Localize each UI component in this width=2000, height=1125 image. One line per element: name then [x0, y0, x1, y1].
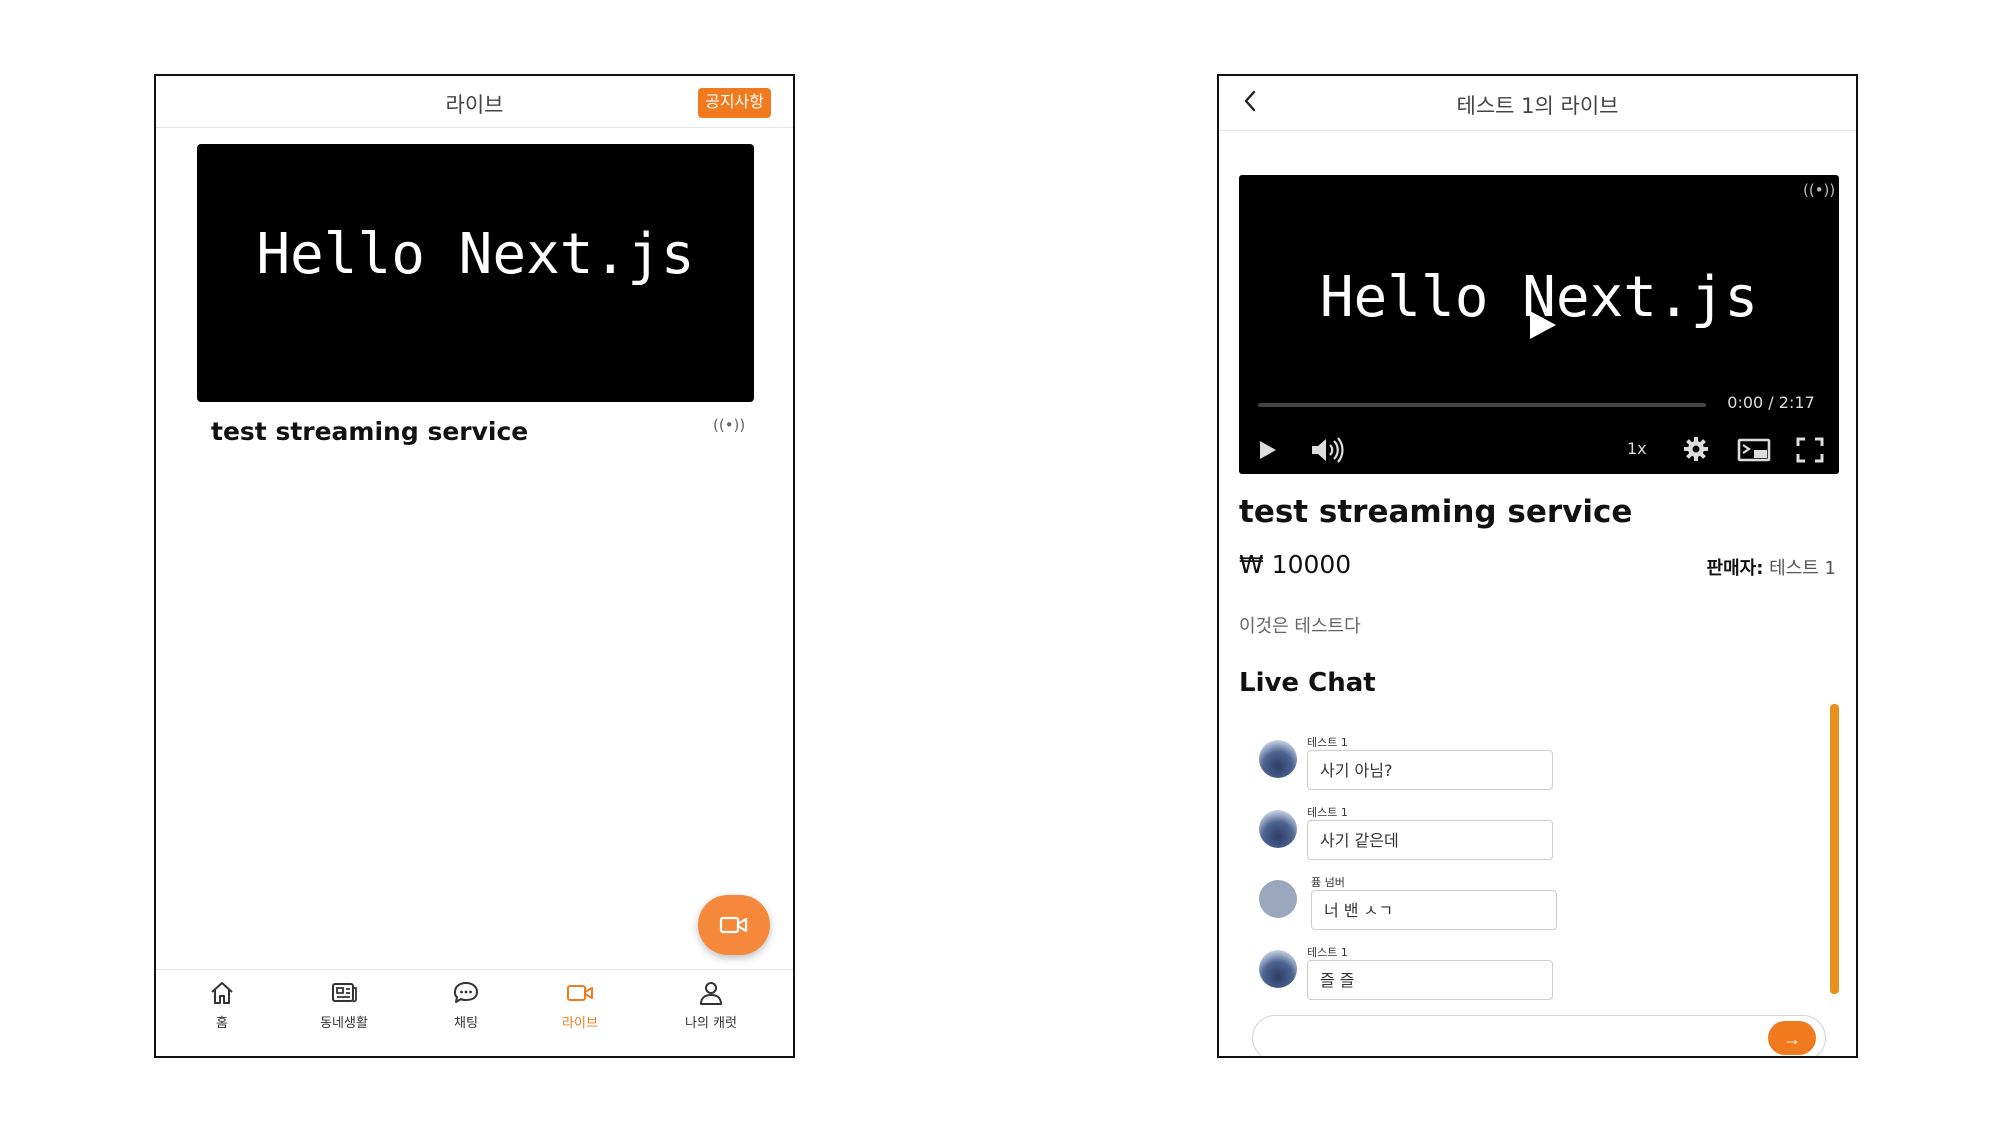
send-button[interactable]: → [1768, 1021, 1816, 1055]
video-camera-icon [719, 916, 748, 934]
message-sender: 테스트 1 [1307, 946, 1348, 959]
nav-label: 나의 캐럿 [685, 1016, 737, 1031]
thumbnail-text: Hello Next.js [256, 222, 695, 287]
chat-message: 테스트 1 즐 즐 [1259, 944, 1589, 1009]
nav-item-live[interactable]: 라이브 [525, 980, 635, 1031]
chat-message: 테스트 1 사기 아님? [1259, 734, 1589, 802]
play-icon[interactable] [1255, 438, 1279, 462]
play-icon[interactable] [1522, 305, 1562, 345]
fullscreen-icon[interactable] [1796, 437, 1824, 463]
message-sender: 퓸 넘버 [1311, 876, 1345, 889]
page-title: 테스트 1의 라이브 [1456, 94, 1619, 118]
live-list-screen: 라이브 공지사항 Hello Next.js test streaming se… [154, 74, 795, 1058]
nav-label: 홈 [216, 1016, 228, 1031]
stream-description: 이것은 테스트다 [1239, 616, 1361, 637]
arrow-right-icon: → [1783, 1029, 1801, 1049]
message-sender: 테스트 1 [1307, 736, 1348, 749]
gear-icon[interactable] [1683, 436, 1709, 462]
chat-input[interactable] [1252, 1015, 1826, 1056]
avatar [1259, 950, 1297, 988]
time-display: 0:00 / 2:17 [1727, 393, 1815, 412]
message-bubble: 사기 아님? [1307, 750, 1553, 790]
avatar [1259, 880, 1297, 918]
header: 테스트 1의 라이브 [1219, 76, 1856, 131]
live-detail-screen: 테스트 1의 라이브 Hello Next.js ((•)) 0:00 / 2:… [1217, 74, 1858, 1058]
message-bubble: 너 밴 ㅅㄱ [1311, 890, 1557, 930]
nav-label: 라이브 [562, 1016, 598, 1031]
nav-item-my-carrot[interactable]: 나의 캐럿 [656, 980, 766, 1031]
avatar [1259, 810, 1297, 848]
seller-label: 판매자: [1706, 558, 1764, 579]
stream-title: test streaming service [1239, 494, 1633, 530]
nav-label: 채팅 [454, 1016, 478, 1031]
chat-message: 퓸 넘버 너 밴 ㅅㄱ [1259, 874, 1589, 942]
seller-name: 테스트 1 [1769, 558, 1836, 579]
price: ₩ 10000 [1239, 550, 1352, 579]
nav-item-chat[interactable]: 채팅 [411, 980, 521, 1031]
nav-item-neighborhood[interactable]: 동네생활 [289, 980, 399, 1031]
message-bubble: 사기 같은데 [1307, 820, 1553, 860]
home-icon [211, 982, 233, 1004]
newspaper-icon [332, 983, 357, 1003]
avatar [1259, 740, 1297, 778]
video-camera-icon [567, 985, 593, 1001]
bottom-navigation: 홈 동네생활 채팅 라이브 나의 캐럿 [156, 969, 793, 1056]
chat-scrollbar[interactable] [1830, 704, 1839, 994]
message-sender: 테스트 1 [1307, 806, 1348, 819]
nav-item-home[interactable]: 홈 [167, 980, 277, 1031]
chat-message: 테스트 1 사기 같은데 [1259, 804, 1589, 872]
notice-button[interactable]: 공지사항 [698, 88, 771, 118]
user-icon [700, 982, 722, 1005]
start-live-button[interactable] [698, 895, 770, 955]
live-broadcast-icon: ((•)) [713, 416, 746, 434]
nav-label: 동네생활 [320, 1016, 368, 1031]
volume-icon[interactable] [1309, 436, 1345, 464]
header: 라이브 공지사항 [156, 76, 793, 128]
playback-speed[interactable]: 1x [1627, 439, 1647, 458]
picture-in-picture-icon[interactable] [1737, 437, 1771, 463]
chat-heading: Live Chat [1239, 668, 1376, 698]
chat-bubble-icon [454, 982, 478, 1003]
live-broadcast-icon: ((•)) [1803, 181, 1836, 199]
seller-info: 판매자: 테스트 1 [1707, 554, 1836, 580]
message-bubble: 즐 즐 [1307, 960, 1553, 1000]
video-player[interactable]: Hello Next.js ((•)) 0:00 / 2:17 1x [1239, 175, 1839, 474]
stream-thumbnail[interactable]: Hello Next.js [197, 144, 754, 402]
chat-message-list[interactable]: 테스트 1 사기 아님? 테스트 1 사기 같은데 퓸 넘버 너 밴 ㅅㄱ 테스… [1239, 704, 1841, 1009]
progress-bar[interactable] [1258, 403, 1706, 407]
stream-title[interactable]: test streaming service [211, 417, 528, 446]
